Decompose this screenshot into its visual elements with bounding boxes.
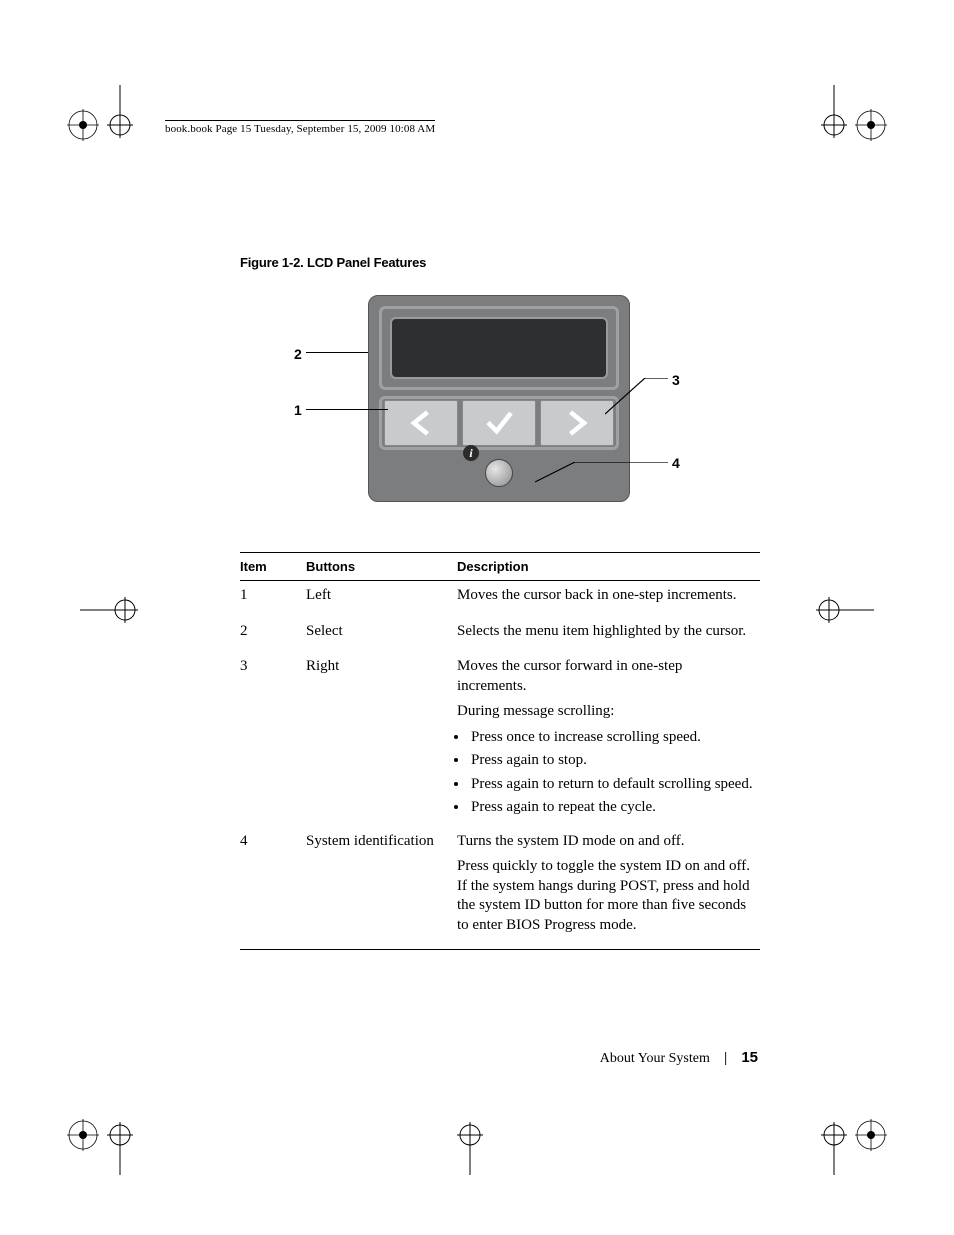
cell-description: Moves the cursor forward in one-step inc… [457,652,760,827]
features-table: Item Buttons Description 1LeftMoves the … [240,552,760,950]
table-row: 2SelectSelects the menu item highlighted… [240,617,760,653]
callout-label-2: 2 [294,346,302,362]
cell-button: Select [306,617,457,653]
desc-text: During message scrolling: [457,702,754,722]
th-description: Description [457,553,760,581]
system-id-button-graphic [485,459,513,487]
callout-label-4: 4 [672,455,680,471]
lcd-display [379,306,619,390]
cell-button: System identification [306,827,457,950]
crop-mark-top-left [65,85,145,165]
left-button-icon [384,400,458,446]
cell-item: 2 [240,617,306,653]
cell-button: Left [306,581,457,617]
cell-item: 3 [240,652,306,827]
desc-text: Moves the cursor back in one-step increm… [457,586,754,606]
cell-description: Selects the menu item highlighted by the… [457,617,760,653]
select-button-icon [462,400,536,446]
callout-label-1: 1 [294,402,302,418]
cell-button: Right [306,652,457,827]
callout-line-3 [605,378,670,418]
list-item: Press once to increase scrolling speed. [469,728,754,748]
footer-section: About Your System [600,1051,710,1066]
table-row: 4System identificationTurns the system I… [240,827,760,950]
figure-caption: Figure 1-2. LCD Panel Features [240,255,760,270]
desc-list: Press once to increase scrolling speed. P… [469,728,754,818]
cell-description: Moves the cursor back in one-step increm… [457,581,760,617]
crop-mark-bottom-right [809,1095,889,1175]
figure-lcd-panel: i 2 1 3 4 [240,290,760,530]
list-item: Press again to return to default scrolli… [469,775,754,795]
callout-label-3: 3 [672,372,680,388]
list-item: Press again to repeat the cycle. [469,798,754,818]
page-footer: About Your System | 15 [600,1049,758,1067]
running-header: book.book Page 15 Tuesday, September 15,… [165,120,435,135]
desc-text: Selects the menu item highlighted by the… [457,622,754,642]
footer-page-number: 15 [741,1049,758,1066]
table-row: 3RightMoves the cursor forward in one-st… [240,652,760,827]
crop-mark-mid-right [814,580,874,640]
cell-item: 1 [240,581,306,617]
crop-mark-top-right [809,85,889,165]
right-button-icon [540,400,614,446]
desc-text: Moves the cursor forward in one-step inc… [457,657,754,696]
crop-mark-mid-left [80,580,140,640]
cell-item: 4 [240,827,306,950]
crop-mark-bottom-center [440,1095,500,1175]
th-item: Item [240,553,306,581]
table-row: 1LeftMoves the cursor back in one-step i… [240,581,760,617]
desc-text: Press quickly to toggle the system ID on… [457,857,754,935]
list-item: Press again to stop. [469,751,754,771]
info-icon: i [463,445,479,461]
callout-line-4 [535,462,670,487]
cell-description: Turns the system ID mode on and off. Pres… [457,827,760,950]
desc-text: Turns the system ID mode on and off. [457,832,754,852]
crop-mark-bottom-left [65,1095,145,1175]
th-buttons: Buttons [306,553,457,581]
button-row [379,396,619,450]
